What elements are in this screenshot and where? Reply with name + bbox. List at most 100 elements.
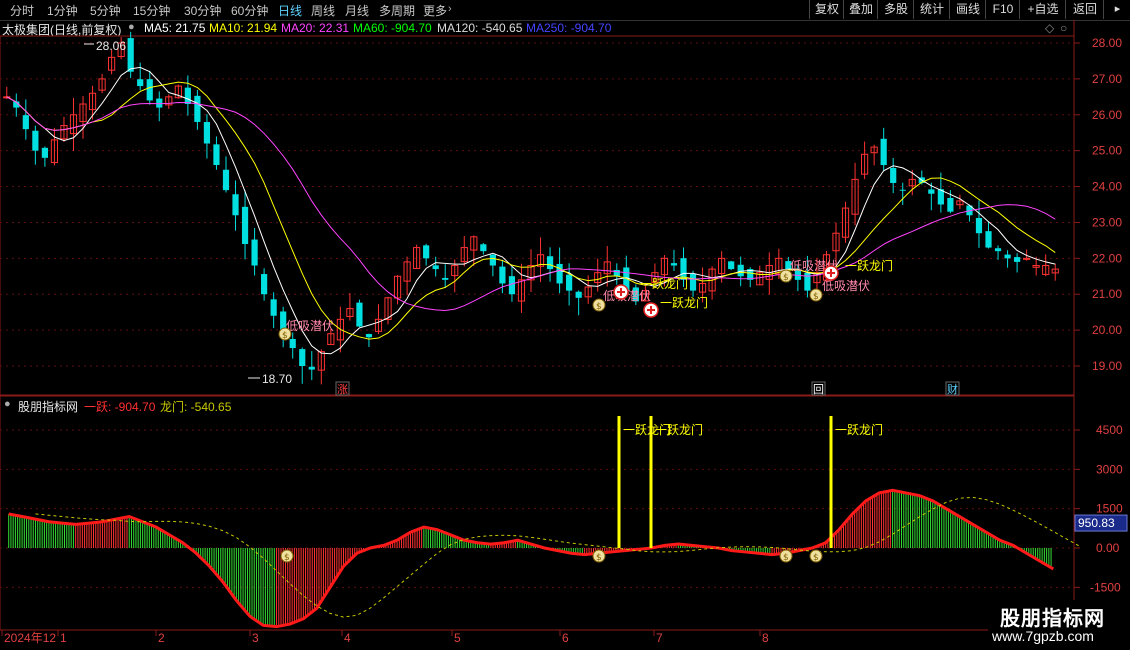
- indicator-tick-label: 4500: [1096, 423, 1123, 437]
- candle-body-down: [194, 95, 201, 122]
- candle-body-down: [423, 245, 430, 259]
- date-tick-label: 3: [252, 631, 259, 645]
- candle-body-down: [146, 79, 153, 101]
- candle-body-down: [575, 291, 582, 298]
- kline-chart[interactable]: 28.0618.70低吸潜伏$低吸潜伏$一跃龙门一跃龙门低吸潜伏$低吸潜伏$一跃…: [0, 0, 1130, 650]
- money-bag-symbol: $: [282, 331, 288, 341]
- price-tick-label: 23.00: [1092, 215, 1122, 229]
- date-tick-label: 1: [60, 631, 67, 645]
- low-price-label: 18.70: [262, 372, 292, 386]
- indicator-name[interactable]: 股朋指标网: [18, 398, 78, 415]
- candle-body-down: [728, 261, 735, 270]
- candle-body-down: [22, 115, 29, 130]
- candle-body-down: [232, 194, 239, 216]
- indicator-legend: ● 股朋指标网 一跃: -904.70 龙门: -540.65: [0, 397, 900, 415]
- money-bag-symbol: $: [596, 302, 602, 312]
- indicator-tick-label: 3000: [1096, 462, 1123, 476]
- candle-body-down: [546, 256, 554, 270]
- jump-signal-label: 一跃龙门: [845, 258, 893, 273]
- money-bag-symbol: $: [284, 553, 290, 563]
- indicator-histogram: [8, 490, 1052, 627]
- candle-body-down: [947, 197, 954, 212]
- date-tick-label: 4: [344, 631, 351, 645]
- candle-body-down: [251, 239, 258, 266]
- candle-body-down: [32, 130, 39, 151]
- indicator-longmen-label: 龙门: -540.65: [160, 400, 232, 414]
- candle-body-down: [156, 98, 163, 108]
- money-bag-symbol: $: [813, 292, 819, 302]
- candle-body-down: [213, 144, 220, 166]
- candle-body-down: [289, 338, 296, 349]
- candle-body-down: [556, 263, 563, 284]
- indicator-tick-label: -1500: [1090, 580, 1121, 594]
- money-bag-symbol: $: [783, 553, 789, 563]
- candle-body-down: [489, 254, 496, 266]
- price-tick-label: 24.00: [1092, 180, 1122, 194]
- candle-body-down: [880, 138, 887, 166]
- candle-body-down: [432, 265, 439, 270]
- date-tick-label: 8: [762, 631, 769, 645]
- dip-signal-label: 低吸潜伏: [286, 319, 334, 333]
- indicator-yiyue-label: 一跃: -904.70: [84, 400, 156, 414]
- candle-body-down: [670, 263, 678, 266]
- moving-average-lines: [6, 66, 1056, 355]
- candle-body-down: [137, 79, 144, 87]
- jump-signal-label: 一跃龙门: [660, 295, 708, 310]
- candle-body-down: [499, 266, 506, 284]
- indicator-tick-label: 0.00: [1096, 541, 1120, 555]
- candle-body-down: [994, 248, 1002, 252]
- candle-body-down: [1014, 257, 1021, 262]
- candle-body-down: [241, 206, 249, 244]
- pullback-event-marker: 回: [813, 383, 824, 396]
- candle-body-down: [127, 38, 134, 72]
- price-tick-label: 19.00: [1092, 359, 1122, 373]
- candle-body-down: [41, 147, 48, 158]
- watermark-url: www.7gpzb.com: [992, 628, 1094, 644]
- money-bag-symbol: $: [783, 273, 789, 283]
- indicator-tick-label: 1500: [1096, 502, 1123, 516]
- candle-body-down: [222, 169, 230, 191]
- candle-body-down: [261, 274, 268, 295]
- indicator-jump-label: 一跃龙门: [835, 422, 883, 437]
- candle-body-down: [308, 366, 315, 370]
- candle-body-down: [890, 167, 897, 183]
- candle-body-down: [985, 231, 992, 248]
- price-tick-label: 21.00: [1092, 287, 1122, 301]
- price-tick-label: 26.00: [1092, 108, 1122, 122]
- date-tick-label: 5: [454, 631, 461, 645]
- candle-body-down: [737, 264, 744, 277]
- date-tick-label: 7: [656, 631, 663, 645]
- date-tick-label: 6: [562, 631, 569, 645]
- money-bag-symbol: $: [813, 553, 819, 563]
- candle-body-down: [1004, 254, 1011, 259]
- price-tick-label: 22.00: [1092, 251, 1122, 265]
- candle-body-down: [928, 189, 935, 194]
- candle-body-down: [442, 277, 449, 280]
- current-value-label: 950.83: [1078, 516, 1115, 530]
- candle-body-down: [365, 334, 373, 338]
- ma5-line: [6, 66, 1056, 355]
- date-tick-label: 2024年12: [4, 631, 56, 645]
- price-tick-label: 28.00: [1092, 36, 1122, 50]
- candle-body-down: [508, 276, 516, 295]
- finance-event-marker: 财: [947, 382, 958, 396]
- price-tick-label: 20.00: [1092, 323, 1122, 337]
- jump-signal-label: 一跃龙门: [640, 276, 688, 291]
- dip-signal-label: 低吸潜伏: [822, 279, 870, 293]
- main-panel-frame: [0, 35, 1075, 396]
- watermark-title: 股朋指标网: [1000, 608, 1105, 630]
- candle-body-down: [184, 87, 191, 105]
- candle-body-down: [203, 122, 211, 144]
- rise-event-marker: 涨: [337, 383, 348, 396]
- candle-body-down: [689, 273, 697, 291]
- candle-body-down: [299, 349, 306, 366]
- ma10-line: [6, 81, 1056, 340]
- candle-body-down: [270, 299, 277, 316]
- indicator-jump-label: 一跃龙门: [655, 422, 703, 437]
- settings-circle-icon[interactable]: ●: [4, 398, 11, 410]
- candle-body-up: [1023, 257, 1031, 260]
- candle-body-down: [899, 189, 906, 191]
- date-tick-label: 2: [158, 631, 165, 645]
- money-bag-symbol: $: [596, 553, 602, 563]
- high-price-label: 28.06: [96, 39, 126, 53]
